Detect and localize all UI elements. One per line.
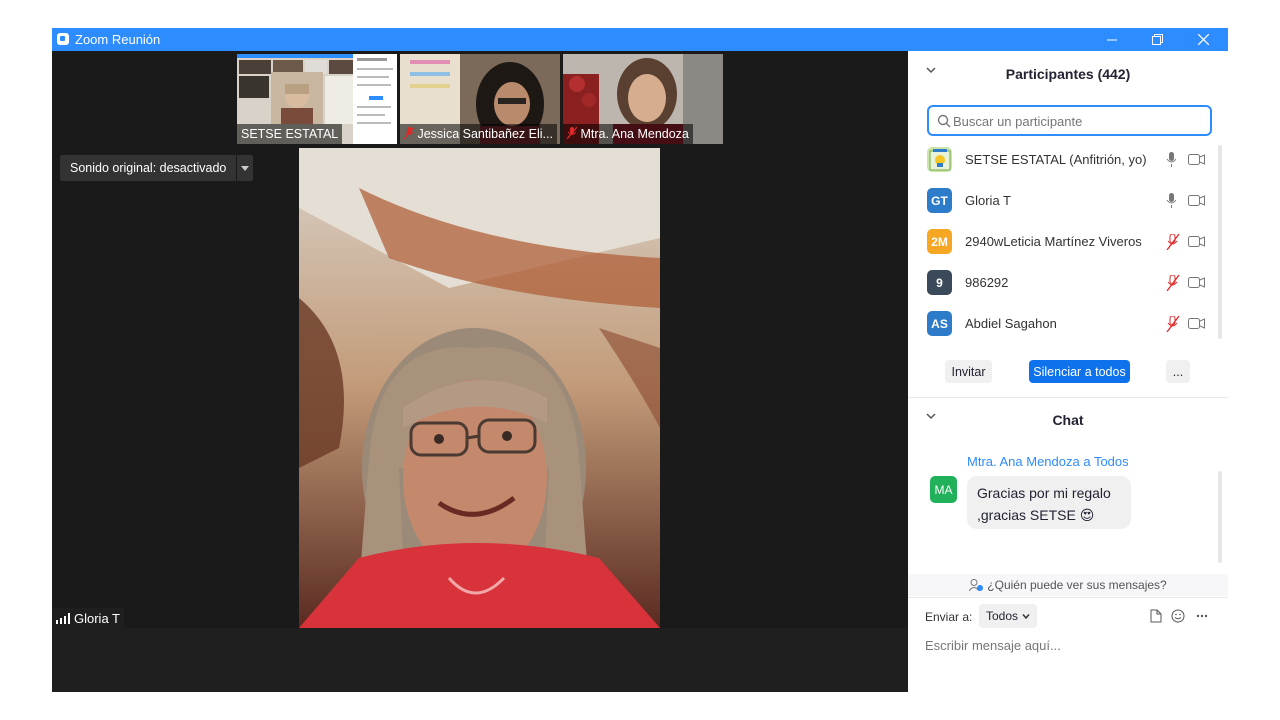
participant-row[interactable]: 9 986292 [908, 262, 1218, 303]
muted-mic-icon [566, 126, 578, 140]
video-camera-icon [1188, 154, 1205, 165]
more-icon[interactable] [1196, 614, 1208, 618]
participant-name: 986292 [965, 275, 1009, 290]
mic-icon [1166, 193, 1176, 208]
thumbnail-name: Mtra. Ana Mendoza [563, 124, 693, 144]
thumbnail-name: SETSE ESTATAL [237, 124, 343, 144]
mic-icon [1166, 152, 1176, 167]
participants-title: Participantes (442) [1005, 66, 1131, 82]
chevron-down-icon[interactable] [926, 413, 936, 420]
minimize-icon [1107, 39, 1117, 40]
muted-mic-icon [1166, 233, 1180, 250]
participant-row[interactable]: SETSE ESTATAL (Anfitrión, yo) [908, 139, 1218, 180]
muted-mic-icon [403, 126, 415, 140]
thumbnail-name: Jessica Santibañez Eli... [400, 124, 557, 144]
avatar: MA [930, 476, 957, 503]
avatar: AS [927, 311, 952, 336]
avatar: GT [927, 188, 952, 213]
restore-button[interactable] [1134, 28, 1180, 51]
video-camera-icon [1188, 277, 1205, 288]
participant-name: Gloria T [965, 193, 1011, 208]
more-options-button[interactable]: ... [1166, 360, 1190, 383]
chat-message-line: Gracias por mi regalo [977, 485, 1111, 501]
speaker-name-tag: Gloria T [52, 608, 124, 628]
setse-logo-icon [929, 148, 950, 170]
toolbar-area [52, 628, 908, 692]
search-icon [937, 114, 951, 128]
participant-search[interactable] [927, 105, 1212, 136]
chat-title: Chat [1052, 412, 1084, 428]
video-thumbnail[interactable]: Jessica Santibañez Eli... [400, 54, 560, 144]
participant-row[interactable]: 2M 2940wLeticia Martínez Viveros [908, 221, 1218, 262]
mute-all-button[interactable]: Silenciar a todos [1029, 360, 1130, 383]
who-can-see-link[interactable]: ¿Quién puede ver sus mensajes? [908, 574, 1228, 596]
signal-strength-icon [56, 612, 70, 624]
video-camera-icon [1188, 236, 1205, 247]
zoom-logo-icon [57, 33, 69, 45]
original-sound-label: Sonido original: desactivado [70, 161, 227, 175]
chat-header: Chat [908, 400, 1228, 440]
chat-message-line-2: ,gracias SETSE 😍 [977, 507, 1095, 523]
participant-scrollbar[interactable] [1218, 145, 1222, 339]
original-sound-button[interactable]: Sonido original: desactivado [60, 155, 254, 181]
participant-row[interactable]: AS Abdiel Sagahon [908, 303, 1218, 342]
chat-message-bubble: Gracias por mi regalo ,gracias SETSE 😍 [967, 476, 1131, 529]
search-input[interactable] [953, 111, 1203, 131]
title-bar: Zoom Reunión [52, 28, 1228, 51]
close-button[interactable] [1180, 28, 1226, 51]
chevron-down-icon [1022, 613, 1030, 619]
speaker-name: Gloria T [74, 610, 120, 626]
active-speaker-video [299, 148, 660, 628]
avatar [927, 147, 952, 172]
minimize-button[interactable] [1089, 28, 1135, 51]
avatar: 2M [927, 229, 952, 254]
chevron-down-icon[interactable] [926, 67, 936, 74]
file-icon[interactable] [1150, 609, 1162, 623]
participant-row[interactable]: GT Gloria T [908, 180, 1218, 221]
chat-sender[interactable]: Mtra. Ana Mendoza a Todos [967, 454, 1129, 469]
video-area: SETSE ESTATAL Jessica Santibañez Eli... … [52, 51, 954, 692]
speaker-video-frame [299, 148, 660, 628]
muted-mic-icon [1166, 274, 1180, 291]
section-divider [908, 597, 1228, 598]
window-title: Zoom Reunión [75, 32, 161, 47]
participant-name: Abdiel Sagahon [965, 316, 1057, 331]
close-icon [1197, 34, 1209, 45]
avatar: 9 [927, 270, 952, 295]
chevron-down-icon[interactable] [236, 155, 253, 181]
muted-mic-icon [1166, 315, 1180, 332]
participant-list: SETSE ESTATAL (Anfitrión, yo) GT Gloria … [908, 139, 1228, 342]
video-camera-icon [1188, 318, 1205, 329]
who-can-see-label: ¿Quién puede ver sus mensajes? [987, 578, 1167, 592]
emoji-icon[interactable] [1171, 609, 1185, 623]
sidebar-panel: Participantes (442) SETSE ESTATAL (Anfit… [908, 51, 1228, 692]
video-thumbnail[interactable]: SETSE ESTATAL [237, 54, 397, 144]
section-divider [908, 397, 1228, 398]
video-thumbnail[interactable]: Mtra. Ana Mendoza [563, 54, 723, 144]
participant-name: SETSE ESTATAL (Anfitrión, yo) [965, 152, 1147, 167]
invite-button[interactable]: Invitar [945, 360, 992, 383]
restore-icon [1151, 34, 1163, 45]
video-camera-icon [1188, 195, 1205, 206]
person-info-icon [969, 579, 984, 591]
participants-header: Participantes (442) [908, 54, 1228, 94]
zoom-window: Zoom Reunión SETSE ESTATAL Jessica Santi… [52, 28, 1228, 692]
chat-message-input[interactable]: Escribir mensaje aquí... [925, 638, 1215, 658]
send-to-label: Enviar a: [925, 610, 973, 624]
participant-name: 2940wLeticia Martínez Viveros [965, 234, 1142, 249]
chat-scrollbar[interactable] [1218, 471, 1222, 563]
recipient-value: Todos [986, 609, 1019, 623]
recipient-dropdown[interactable]: Todos [979, 604, 1038, 628]
heart-eyes-emoji-icon: 😍 [1079, 507, 1095, 523]
